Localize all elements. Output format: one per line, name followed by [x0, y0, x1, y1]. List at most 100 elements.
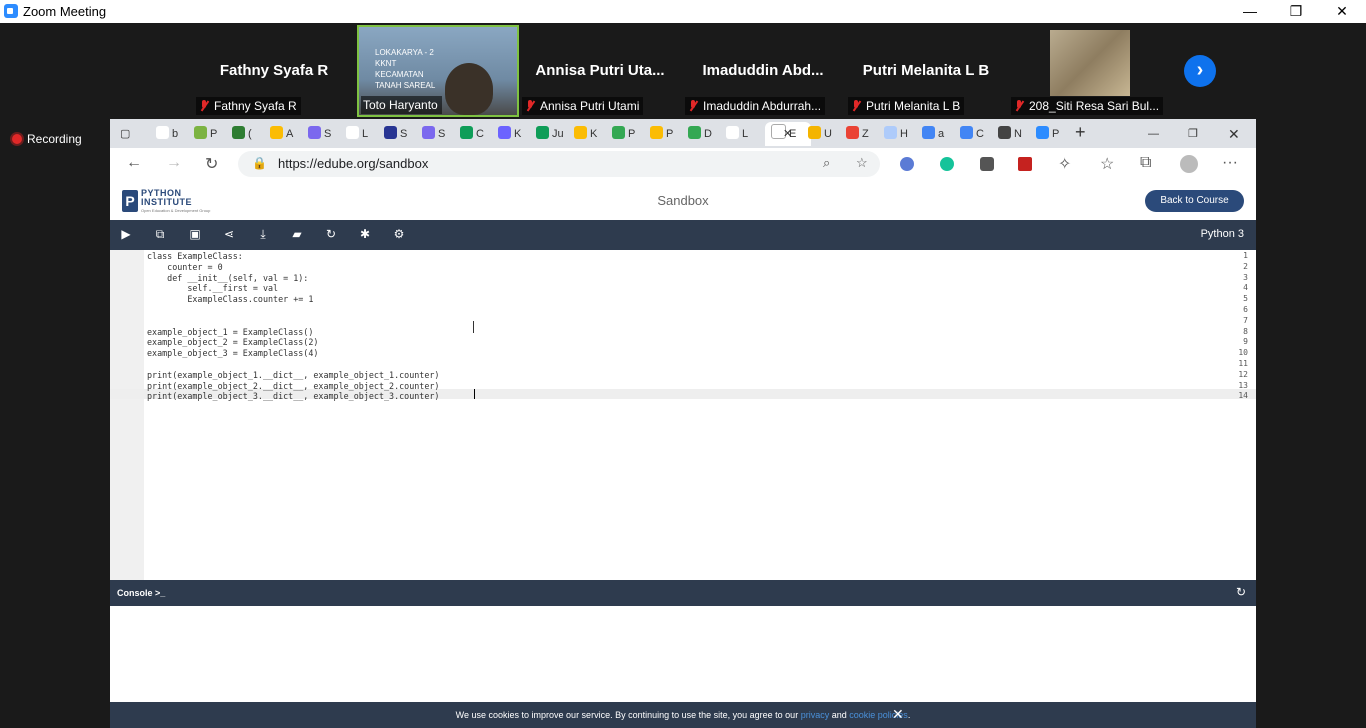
- privacy-link[interactable]: privacy: [801, 710, 830, 720]
- tab-favicon-icon: [846, 126, 859, 139]
- banner-line: KECAMATAN: [375, 70, 424, 79]
- tab-label: a: [938, 128, 945, 140]
- banner-line: KKNT: [375, 59, 397, 68]
- participant-label: Toto Haryanto: [361, 96, 442, 114]
- mic-muted-icon: [1013, 100, 1025, 112]
- browser-tab[interactable]: U: [808, 122, 842, 146]
- zoom-titlebar: Zoom Meeting — ❐ ✕: [0, 0, 1366, 23]
- participant-label-text: Imaduddin Abdurrah...: [703, 99, 822, 113]
- debug-bug-icon[interactable]: ✱: [357, 227, 373, 241]
- browser-tab[interactable]: D: [688, 122, 722, 146]
- browser-tab[interactable]: S: [384, 122, 418, 146]
- browser-tab[interactable]: C: [460, 122, 494, 146]
- browser-tab[interactable]: C: [960, 122, 994, 146]
- language-selector[interactable]: Python 3: [1201, 228, 1244, 240]
- extension-icon[interactable]: [1018, 157, 1032, 171]
- paste-icon[interactable]: ▣: [187, 227, 203, 241]
- logo-subtitle: Open Education & Development Group: [141, 208, 211, 213]
- browser-tab[interactable]: S: [422, 122, 456, 146]
- browser-tab[interactable]: H: [884, 122, 918, 146]
- tab-label: P: [628, 128, 636, 140]
- participant-name: Fathny Syafa R: [219, 62, 329, 79]
- console-output[interactable]: [110, 606, 1256, 702]
- back-icon[interactable]: ←: [126, 154, 142, 172]
- extension-icon[interactable]: [980, 157, 994, 171]
- forward-icon[interactable]: →: [166, 154, 182, 172]
- zoom-icon[interactable]: ⌕: [823, 155, 830, 171]
- participant-label: 208_Siti Resa Sari Bul...: [1011, 97, 1164, 115]
- extensions-puzzle-icon[interactable]: ✧: [1058, 154, 1071, 174]
- browser-tab[interactable]: P: [1036, 122, 1070, 146]
- browser-tab[interactable]: L: [726, 122, 760, 146]
- collections-icon[interactable]: ⧉: [1140, 154, 1151, 172]
- code-line: ExampleClass.counter += 1: [147, 294, 314, 305]
- cookie-close-icon[interactable]: ✕: [892, 706, 904, 723]
- browser-tab[interactable]: P: [612, 122, 646, 146]
- extension-icon[interactable]: [900, 157, 914, 171]
- tab-label: b: [172, 128, 179, 140]
- browser-tab[interactable]: N: [998, 122, 1032, 146]
- tab-favicon-icon: [726, 126, 739, 139]
- tab-favicon-icon: [460, 126, 473, 139]
- cookie-and: and: [831, 710, 847, 720]
- browser-tab[interactable]: S: [308, 122, 342, 146]
- browser-tab[interactable]: (: [232, 122, 266, 146]
- run-icon[interactable]: ▶: [118, 227, 134, 241]
- console-refresh-icon[interactable]: ↻: [1236, 585, 1246, 599]
- browser-tab[interactable]: K: [498, 122, 532, 146]
- browser-tab[interactable]: P: [650, 122, 684, 146]
- menu-icon[interactable]: ···: [1222, 154, 1238, 172]
- browser-close-button[interactable]: ✕: [1228, 122, 1240, 146]
- cookie-banner: We use cookies to improve our service. B…: [110, 702, 1256, 728]
- new-tab-button[interactable]: +: [1075, 120, 1086, 144]
- grammarly-icon[interactable]: [940, 157, 954, 171]
- participant-tile[interactable]: Putri Melanita L B Putri Melanita L B: [846, 26, 1006, 116]
- browser-tab[interactable]: A: [270, 122, 304, 146]
- minimize-button[interactable]: —: [1227, 0, 1273, 23]
- next-page-button[interactable]: ›: [1184, 55, 1216, 87]
- open-folder-icon[interactable]: ▰: [289, 227, 305, 241]
- participant-tile[interactable]: Imaduddin Abd... Imaduddin Abdurrah...: [683, 26, 843, 116]
- share-icon[interactable]: ⋖: [221, 227, 237, 241]
- participant-label-text: Putri Melanita L B: [866, 99, 961, 113]
- tab-label: K: [514, 128, 522, 140]
- browser-tab[interactable]: Z: [846, 122, 880, 146]
- copy-icon[interactable]: ⧉: [152, 227, 168, 242]
- browser-tab[interactable]: K: [574, 122, 608, 146]
- reset-icon[interactable]: ↻: [323, 227, 339, 241]
- close-button[interactable]: ✕: [1319, 0, 1365, 23]
- lock-icon: 🔒: [252, 156, 267, 170]
- caret: [474, 389, 475, 399]
- tab-close-icon[interactable]: ✕: [783, 122, 793, 146]
- participant-tile[interactable]: Annisa Putri Uta... Annisa Putri Utami: [520, 26, 680, 116]
- tab-label: Ju: [552, 128, 564, 140]
- add-favorite-icon[interactable]: ☆: [856, 155, 868, 171]
- participant-tile[interactable]: Fathny Syafa R Fathny Syafa R: [194, 26, 354, 116]
- tab-actions-icon[interactable]: ▢: [120, 122, 136, 146]
- reload-icon[interactable]: ↻: [205, 154, 218, 174]
- browser-minimize-button[interactable]: —: [1148, 122, 1159, 146]
- participant-tile[interactable]: 208_Siti Resa Sari Bul...: [1009, 26, 1169, 116]
- maximize-button[interactable]: ❐: [1273, 0, 1319, 23]
- browser-tab[interactable]: L: [346, 122, 380, 146]
- tab-favicon-icon: [498, 126, 511, 139]
- download-icon[interactable]: ⤓: [255, 227, 271, 242]
- browser-tab[interactable]: b: [156, 122, 190, 146]
- profile-avatar[interactable]: [1180, 155, 1198, 173]
- participant-tile-active-speaker[interactable]: LOKAKARYA - 2 KKNT KECAMATAN TANAH SAREA…: [357, 25, 519, 117]
- address-bar[interactable]: 🔒 https://edube.org/sandbox ⌕ ☆: [238, 151, 880, 177]
- code-line: example_object_1 = ExampleClass(): [147, 326, 314, 337]
- shared-browser-window: ▢ E ✕ + — ❐ ✕ b P(A S L S S C K Ju K P P D L U Z Ha C N P ←…: [110, 119, 1256, 728]
- browser-tab[interactable]: P: [194, 122, 228, 146]
- favorites-icon[interactable]: ☆: [1100, 154, 1114, 174]
- back-to-course-button[interactable]: Back to Course: [1145, 190, 1244, 212]
- settings-gear-icon[interactable]: ⚙: [391, 227, 407, 241]
- tab-favicon-icon: [270, 126, 283, 139]
- browser-maximize-button[interactable]: ❐: [1188, 122, 1198, 146]
- line-number: 3: [1243, 272, 1248, 282]
- mic-muted-icon: [687, 100, 699, 112]
- code-editor[interactable]: 1 class ExampleClass: 2 counter = 0 3 def _…: [110, 250, 1256, 580]
- browser-tab[interactable]: a: [922, 122, 956, 146]
- browser-tab[interactable]: Ju: [536, 122, 570, 146]
- recording-indicator[interactable]: Recording: [12, 132, 82, 146]
